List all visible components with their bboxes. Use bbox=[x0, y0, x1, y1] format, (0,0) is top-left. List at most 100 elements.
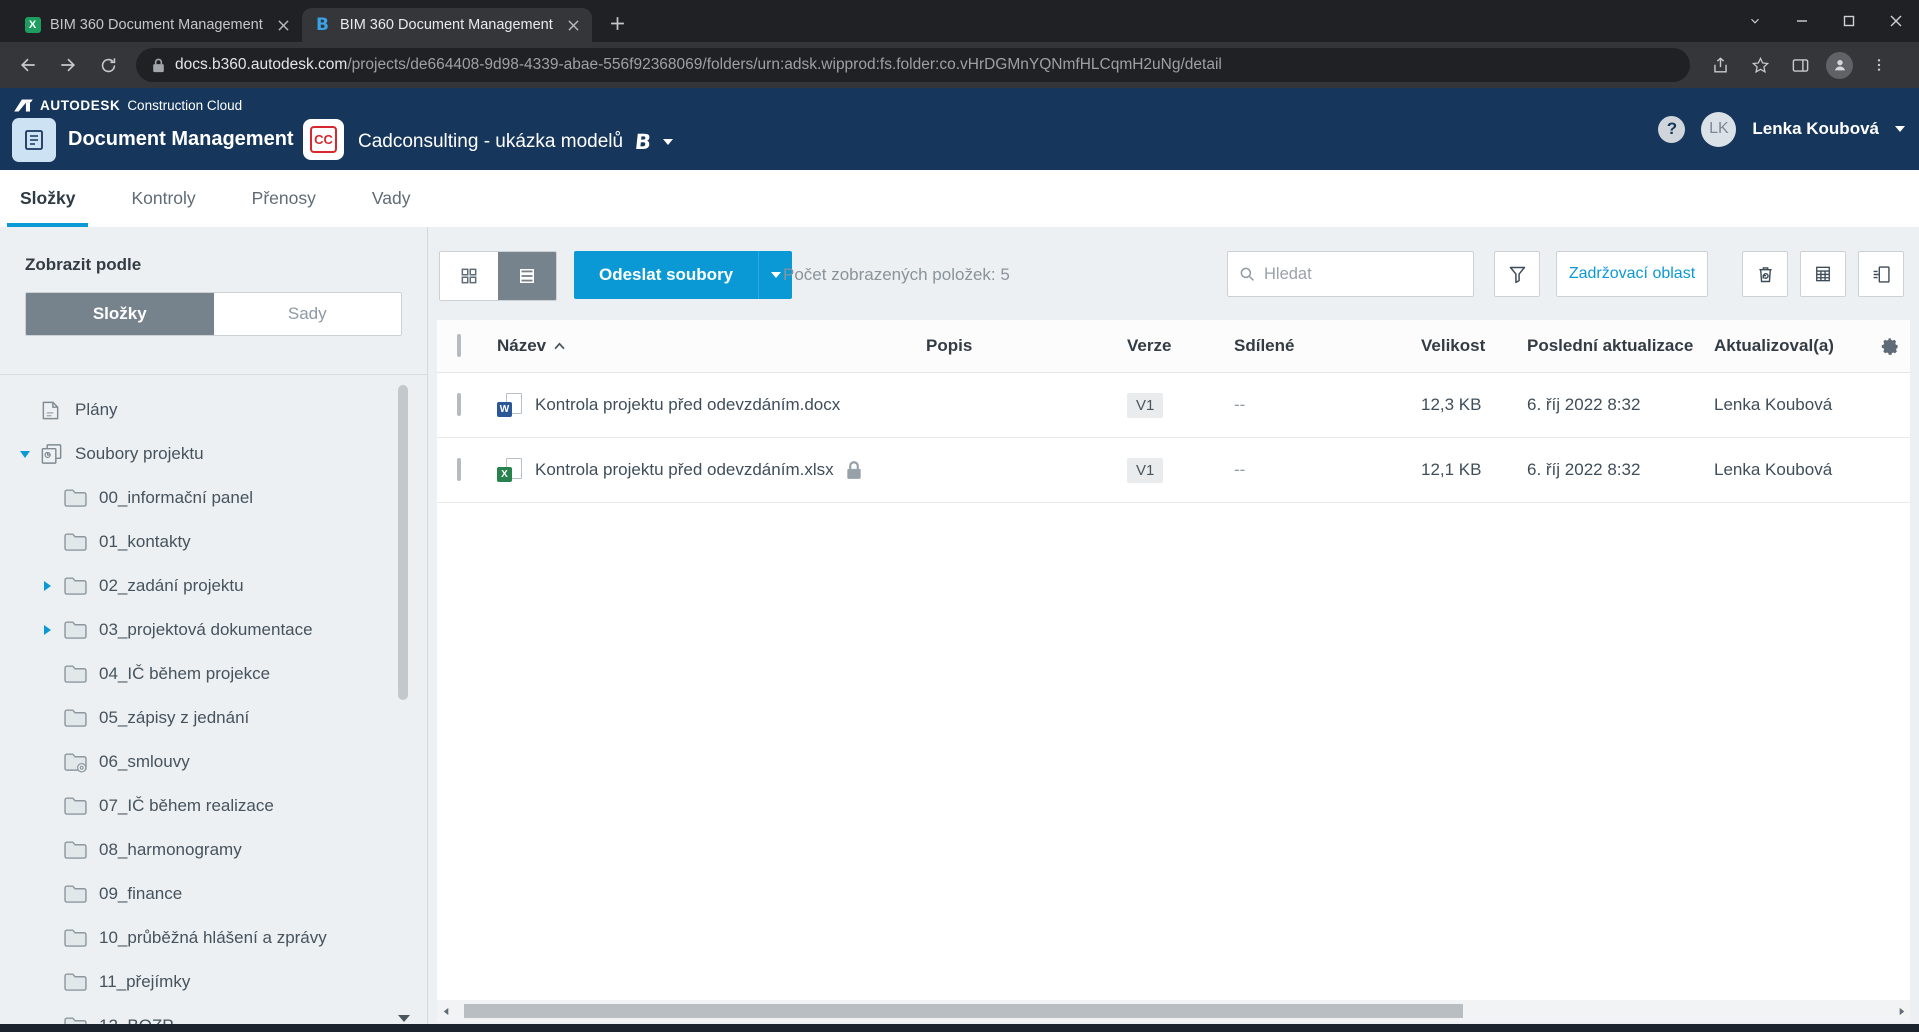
help-icon[interactable]: ? bbox=[1658, 116, 1685, 143]
back-icon[interactable] bbox=[11, 48, 45, 82]
file-name-link[interactable]: Kontrola projektu před odevzdáním.xlsx bbox=[535, 460, 834, 480]
tab-close-icon[interactable] bbox=[274, 16, 292, 34]
upload-files-button[interactable]: Odeslat soubory bbox=[574, 251, 792, 299]
tree-item[interactable]: 07_IČ během realizace bbox=[0, 784, 427, 828]
project-logo[interactable]: CC bbox=[303, 119, 344, 160]
tree-item[interactable]: 10_průběžná hlášení a zprávy bbox=[0, 916, 427, 960]
version-badge[interactable]: V1 bbox=[1127, 393, 1163, 418]
divider bbox=[0, 374, 427, 375]
address-bar[interactable]: docs.b360.autodesk.com/projects/de664408… bbox=[136, 48, 1690, 82]
document-management-icon[interactable] bbox=[12, 118, 56, 162]
window-close-button[interactable] bbox=[1872, 0, 1919, 42]
window-maximize-button[interactable] bbox=[1825, 0, 1872, 42]
chevron-down-icon[interactable] bbox=[1895, 126, 1905, 132]
tree-item[interactable]: 04_IČ během projekce bbox=[0, 652, 427, 696]
tree-item[interactable]: 09_finance bbox=[0, 872, 427, 916]
nav-tab-kontroly[interactable]: Kontroly bbox=[131, 170, 195, 227]
tree-item-label: 04_IČ během projekce bbox=[99, 664, 270, 684]
browser-tab-bar: X BIM 360 Document Management B BIM 360 … bbox=[0, 0, 1919, 42]
window-minimize-button[interactable] bbox=[1778, 0, 1825, 42]
column-header-7[interactable]: Aktualizoval(a) bbox=[1714, 336, 1871, 356]
chevron-down-icon bbox=[663, 139, 673, 145]
forward-icon[interactable] bbox=[51, 48, 85, 82]
browser-menu-kebab-icon[interactable] bbox=[1862, 48, 1896, 82]
view-toggle-složky[interactable]: Složky bbox=[26, 293, 214, 335]
user-avatar[interactable]: LK bbox=[1701, 112, 1736, 147]
bookmark-star-icon[interactable] bbox=[1743, 48, 1777, 82]
sidebar-scrollbar[interactable] bbox=[398, 385, 408, 700]
tree-item[interactable]: 11_přejímky bbox=[0, 960, 427, 1004]
reports-table-button[interactable] bbox=[1800, 251, 1846, 297]
tree-item[interactable]: Soubory projektu bbox=[0, 432, 427, 476]
module-nav: Složky Kontroly Přenosy Vady bbox=[0, 170, 1919, 227]
new-tab-button[interactable] bbox=[602, 8, 632, 38]
nav-tab-label: Přenosy bbox=[252, 188, 316, 209]
caret-right-icon[interactable] bbox=[44, 581, 60, 591]
browser-tab-1[interactable]: X BIM 360 Document Management bbox=[12, 8, 302, 42]
row-checkbox[interactable] bbox=[457, 458, 461, 481]
tree-item[interactable]: 05_zápisy z jednání bbox=[0, 696, 427, 740]
tree-item-label: 00_informační panel bbox=[99, 488, 253, 508]
trash-restore-button[interactable] bbox=[1742, 251, 1788, 297]
tree-item[interactable]: 02_zadání projektu bbox=[0, 564, 427, 608]
scrollbar-thumb[interactable] bbox=[464, 1004, 1463, 1018]
tree-item[interactable]: 01_kontakty bbox=[0, 520, 427, 564]
folder-icon bbox=[63, 928, 90, 948]
tree-item-label: 09_finance bbox=[99, 884, 182, 904]
column-header-5[interactable]: Velikost bbox=[1421, 336, 1527, 356]
file-table: NázevPopisVerzeSdílenéVelikostPoslední a… bbox=[437, 320, 1910, 1000]
browser-url-bar: docs.b360.autodesk.com/projects/de664408… bbox=[0, 42, 1919, 88]
tree-item-label: 07_IČ během realizace bbox=[99, 796, 274, 816]
column-settings-gear-icon[interactable] bbox=[1881, 337, 1900, 356]
sidebar: Zobrazit podle SložkySady PlánySoubory p… bbox=[0, 227, 428, 1032]
project-name: Cadconsulting - ukázka modelů bbox=[358, 131, 623, 153]
file-name-link[interactable]: Kontrola projektu před odevzdáním.docx bbox=[535, 395, 840, 415]
list-view-button[interactable] bbox=[498, 252, 556, 300]
select-all-checkbox[interactable] bbox=[457, 334, 461, 357]
column-header-2[interactable]: Popis bbox=[926, 336, 1127, 356]
nav-tab-přenosy[interactable]: Přenosy bbox=[252, 170, 316, 227]
filter-button[interactable] bbox=[1494, 251, 1540, 297]
scroll-right-icon[interactable] bbox=[1894, 1004, 1908, 1018]
column-header-6[interactable]: Poslední aktualizace bbox=[1527, 336, 1714, 356]
tree-item[interactable]: 08_harmonogramy bbox=[0, 828, 427, 872]
project-selector[interactable]: Cadconsulting - ukázka modelů B bbox=[358, 130, 673, 154]
export-document-button[interactable] bbox=[1858, 251, 1904, 297]
project-badge: CC bbox=[310, 126, 337, 153]
sidebar-scroll-down-icon[interactable] bbox=[398, 1015, 410, 1022]
tab-search-chevron-icon[interactable] bbox=[1731, 0, 1778, 42]
tree-item-label: Soubory projektu bbox=[75, 444, 204, 464]
row-checkbox[interactable] bbox=[457, 393, 461, 416]
browser-profile-icon[interactable] bbox=[1826, 52, 1853, 79]
lock-icon bbox=[846, 460, 862, 480]
column-header-1[interactable]: Název bbox=[497, 336, 926, 356]
tree-item[interactable]: 03_projektová dokumentace bbox=[0, 608, 427, 652]
scroll-left-icon[interactable] bbox=[439, 1004, 453, 1018]
tree-item[interactable]: 06_smlouvy bbox=[0, 740, 427, 784]
share-icon[interactable] bbox=[1703, 48, 1737, 82]
horizontal-scrollbar[interactable] bbox=[437, 1000, 1910, 1022]
nav-tab-složky[interactable]: Složky bbox=[20, 170, 75, 227]
file-row-2[interactable]: XKontrola projektu před odevzdáním.xlsxV… bbox=[437, 438, 1910, 503]
module-selector[interactable]: Document Management bbox=[68, 128, 316, 151]
file-row-1[interactable]: WKontrola projektu před odevzdáním.docxV… bbox=[437, 373, 1910, 438]
updated-by-cell: Lenka Koubová bbox=[1714, 460, 1871, 480]
caret-right-icon[interactable] bbox=[44, 625, 60, 635]
version-badge[interactable]: V1 bbox=[1127, 458, 1163, 483]
caret-down-icon[interactable] bbox=[20, 451, 36, 458]
column-header-3[interactable]: Verze bbox=[1127, 336, 1234, 356]
browser-tab-2[interactable]: B BIM 360 Document Management bbox=[302, 8, 592, 42]
tab-close-icon[interactable] bbox=[564, 16, 582, 34]
tree-item[interactable]: Plány bbox=[0, 388, 427, 432]
nav-tab-vady[interactable]: Vady bbox=[372, 170, 411, 227]
side-panel-icon[interactable] bbox=[1783, 48, 1817, 82]
grid-view-button[interactable] bbox=[440, 252, 498, 300]
reload-icon[interactable] bbox=[91, 48, 125, 82]
search-input[interactable] bbox=[1264, 265, 1484, 284]
tree-item-label: 11_přejímky bbox=[99, 972, 190, 992]
view-toggle-sady[interactable]: Sady bbox=[214, 293, 402, 335]
column-header-4[interactable]: Sdílené bbox=[1234, 336, 1421, 356]
tree-item[interactable]: 00_informační panel bbox=[0, 476, 427, 520]
brand-suffix: Construction Cloud bbox=[127, 98, 242, 113]
holding-area-button[interactable]: Zadržovací oblast bbox=[1556, 251, 1708, 297]
